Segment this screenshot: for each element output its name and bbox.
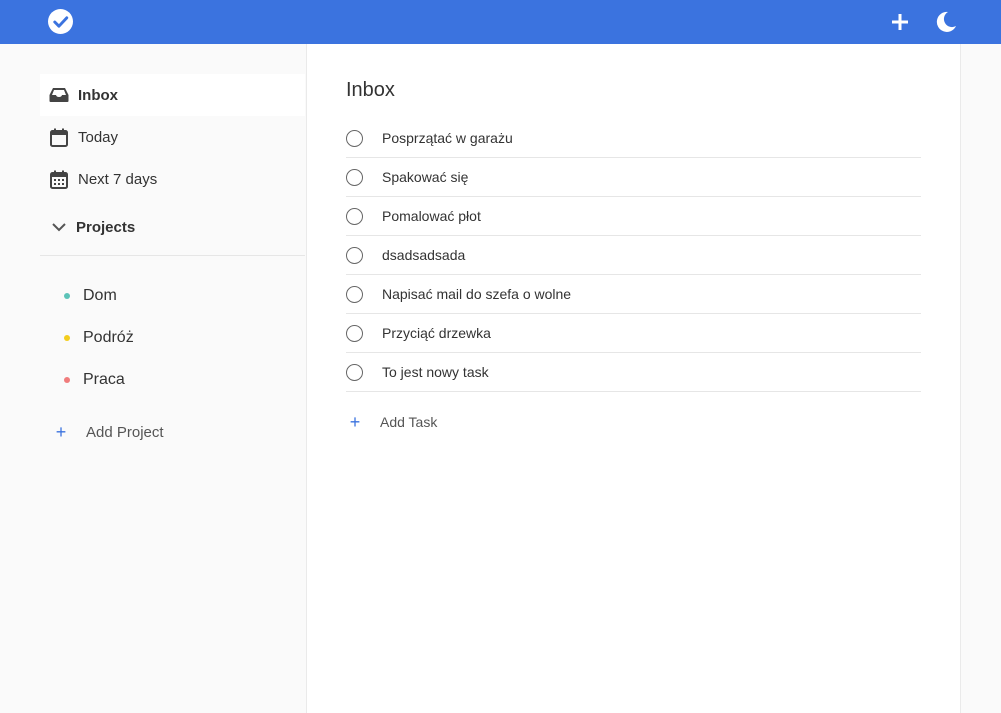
chevron-down-icon	[52, 223, 66, 232]
check-circle-icon[interactable]	[48, 9, 73, 34]
task-row: Napisać mail do szefa o wolne	[346, 275, 921, 314]
task-row: dsadsadsada	[346, 236, 921, 275]
project-label: Podróż	[83, 329, 134, 346]
add-task-label: Add Task	[380, 414, 438, 430]
task-text[interactable]: To jest nowy task	[382, 364, 489, 380]
task-checkbox[interactable]	[346, 168, 363, 186]
task-text[interactable]: Spakować się	[382, 169, 468, 185]
add-task-button[interactable]: + Add Task	[346, 407, 546, 437]
task-text[interactable]: Przyciąć drzewka	[382, 325, 491, 341]
task-checkbox[interactable]	[346, 324, 363, 342]
plus-icon[interactable]	[888, 10, 912, 34]
task-row: Spakować się	[346, 158, 921, 197]
task-row: Pomalować płot	[346, 197, 921, 236]
project-item-praca[interactable]: Praca	[56, 360, 305, 400]
task-text[interactable]: Posprzątać w garażu	[382, 130, 513, 146]
task-checkbox[interactable]	[346, 285, 363, 303]
project-label: Dom	[83, 287, 117, 304]
sidebar-item-next-7-days[interactable]: Next 7 days	[40, 158, 305, 200]
sidebar: Inbox Today Next 7 days Projects Dom Pod…	[0, 44, 305, 713]
task-text[interactable]: dsadsadsada	[382, 247, 465, 263]
task-text[interactable]: Pomalować płot	[382, 208, 481, 224]
add-project-label: Add Project	[86, 423, 164, 441]
top-bar	[0, 0, 1001, 44]
plus-icon: +	[55, 421, 67, 442]
task-checkbox[interactable]	[346, 207, 363, 225]
task-row: Przyciąć drzewka	[346, 314, 921, 353]
task-checkbox[interactable]	[346, 129, 363, 147]
plus-icon: +	[349, 411, 361, 432]
project-color-dot	[64, 377, 70, 383]
sidebar-item-label: Today	[78, 128, 119, 146]
task-text[interactable]: Napisać mail do szefa o wolne	[382, 286, 571, 302]
task-checkbox[interactable]	[346, 363, 363, 381]
add-project-button[interactable]: + Add Project	[52, 417, 252, 447]
project-item-dom[interactable]: Dom	[56, 276, 305, 316]
inbox-icon	[49, 85, 69, 105]
task-checkbox[interactable]	[346, 246, 363, 264]
project-color-dot	[64, 335, 70, 341]
projects-toggle[interactable]: Projects	[40, 208, 305, 246]
divider	[40, 255, 305, 256]
task-row: Posprzątać w garażu	[346, 119, 921, 158]
project-color-dot	[64, 293, 70, 299]
sidebar-item-label: Next 7 days	[78, 170, 158, 188]
sidebar-item-today[interactable]: Today	[40, 116, 305, 158]
sidebar-item-inbox[interactable]: Inbox	[40, 74, 305, 116]
project-label: Praca	[83, 371, 125, 388]
page-title: Inbox	[346, 79, 395, 101]
moon-icon[interactable]	[934, 10, 958, 34]
calendar-icon	[49, 127, 69, 147]
projects-label: Projects	[76, 218, 136, 236]
task-row: To jest nowy task	[346, 353, 921, 392]
project-item-podroz[interactable]: Podróż	[56, 318, 305, 358]
main-content: Inbox Posprzątać w garażu Spakować się P…	[306, 44, 961, 713]
calendar-week-icon	[49, 169, 69, 189]
sidebar-item-label: Inbox	[78, 86, 118, 104]
